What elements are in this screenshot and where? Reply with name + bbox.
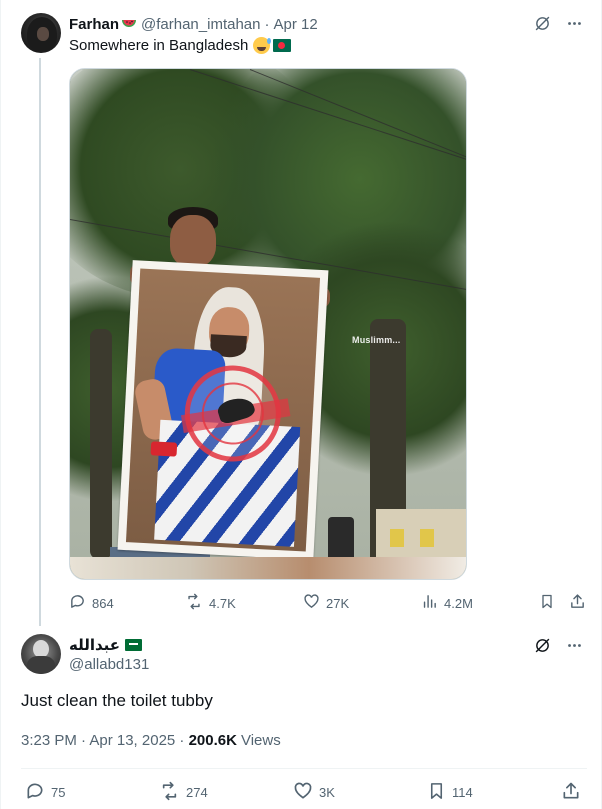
handle[interactable]: @farhan_imtahan bbox=[141, 16, 260, 33]
more-icon[interactable] bbox=[565, 14, 583, 32]
retweet-button[interactable]: 274 bbox=[159, 781, 208, 804]
avatar-farhan[interactable] bbox=[21, 13, 61, 53]
retweet-button[interactable]: 4.7K bbox=[185, 593, 236, 613]
bookmark-button[interactable]: 114 bbox=[427, 781, 473, 804]
like-count: 27K bbox=[326, 595, 350, 611]
reply-top-actions bbox=[533, 636, 583, 654]
views-button[interactable]: 4.2M bbox=[421, 593, 473, 613]
share-icon bbox=[569, 593, 586, 613]
views-icon bbox=[421, 593, 438, 613]
child-head bbox=[170, 215, 216, 267]
share-button[interactable] bbox=[561, 781, 581, 804]
poster-figure-wristband bbox=[150, 441, 178, 457]
retweet-icon bbox=[185, 593, 203, 613]
bookmark-icon bbox=[539, 593, 555, 613]
tweet-photo[interactable]: Muslimm... bbox=[69, 68, 467, 580]
like-button[interactable]: 27K bbox=[303, 593, 349, 613]
poster-image bbox=[125, 268, 321, 552]
watermelon-icon bbox=[121, 18, 137, 30]
reply-view-count: 200.6K bbox=[188, 732, 237, 749]
divider bbox=[21, 768, 587, 769]
reply-meta: 3:23 PM · Apr 13, 2025 · 200.6K Views bbox=[21, 732, 281, 749]
reply-display-name[interactable]: عبدالله bbox=[69, 636, 120, 654]
protest-poster bbox=[117, 260, 329, 560]
share-icon bbox=[561, 781, 581, 804]
photo-watermark: Muslimm... bbox=[352, 335, 401, 345]
tweet-date[interactable]: Apr 12 bbox=[273, 16, 317, 33]
reply-button[interactable]: 75 bbox=[25, 781, 65, 804]
reply-icon bbox=[69, 593, 86, 613]
tweet-text-content: Somewhere in Bangladesh bbox=[69, 37, 249, 54]
retweet-icon bbox=[159, 781, 180, 804]
avatar-abdullah[interactable] bbox=[21, 634, 61, 674]
tweet-header: Farhan @farhan_imtahan · Apr 12 bbox=[69, 14, 318, 34]
conversation-container: Farhan @farhan_imtahan · Apr 12 Somewher… bbox=[0, 0, 602, 809]
reply-count: 75 bbox=[51, 785, 66, 800]
bookmark-count: 114 bbox=[452, 785, 473, 800]
tweet-text: Somewhere in Bangladesh bbox=[69, 37, 292, 54]
retweet-count: 4.7K bbox=[209, 595, 236, 611]
views-count: 4.2M bbox=[444, 595, 473, 611]
crowd-strip bbox=[70, 557, 466, 579]
bangladesh-flag-icon bbox=[273, 39, 292, 52]
reply-views-label: Views bbox=[240, 732, 281, 749]
like-icon bbox=[303, 593, 320, 613]
separator-dot: · bbox=[264, 15, 270, 33]
avatar-body-shape bbox=[27, 656, 55, 674]
tweet-action-bar: 864 4.7K 27K 4.2M bbox=[69, 593, 589, 613]
tree-trunk bbox=[90, 329, 112, 559]
reply-button[interactable]: 864 bbox=[69, 593, 114, 613]
reply-icon bbox=[25, 781, 45, 804]
watermark-logo-lettering: Muslimm... bbox=[352, 335, 401, 345]
bookmark-icon bbox=[427, 781, 446, 804]
reply-count: 864 bbox=[92, 595, 114, 611]
reply-handle[interactable]: @allabd131 bbox=[69, 656, 149, 673]
bookmark-button[interactable] bbox=[539, 593, 555, 613]
saudi-flag-icon bbox=[125, 639, 143, 651]
avatar-face-shape bbox=[37, 27, 49, 41]
tweet-top-actions bbox=[533, 14, 583, 32]
share-button[interactable] bbox=[569, 593, 586, 613]
like-icon bbox=[293, 781, 313, 804]
grok-icon[interactable] bbox=[533, 14, 551, 32]
thread-connector-line bbox=[39, 58, 41, 626]
like-button[interactable]: 3K bbox=[293, 781, 335, 804]
reply-text: Just clean the toilet tubby bbox=[21, 691, 213, 710]
reply-timestamp[interactable]: 3:23 PM · Apr 13, 2025 · bbox=[21, 732, 189, 749]
retweet-count: 274 bbox=[186, 785, 208, 800]
reply-header: عبدالله bbox=[69, 636, 143, 654]
more-icon[interactable] bbox=[565, 636, 583, 654]
grok-icon[interactable] bbox=[533, 636, 551, 654]
reply-action-bar: 75 274 3K 114 bbox=[21, 780, 587, 804]
sweat-smile-emoji-icon bbox=[253, 37, 272, 54]
like-count: 3K bbox=[319, 785, 335, 800]
display-name[interactable]: Farhan bbox=[69, 16, 119, 33]
